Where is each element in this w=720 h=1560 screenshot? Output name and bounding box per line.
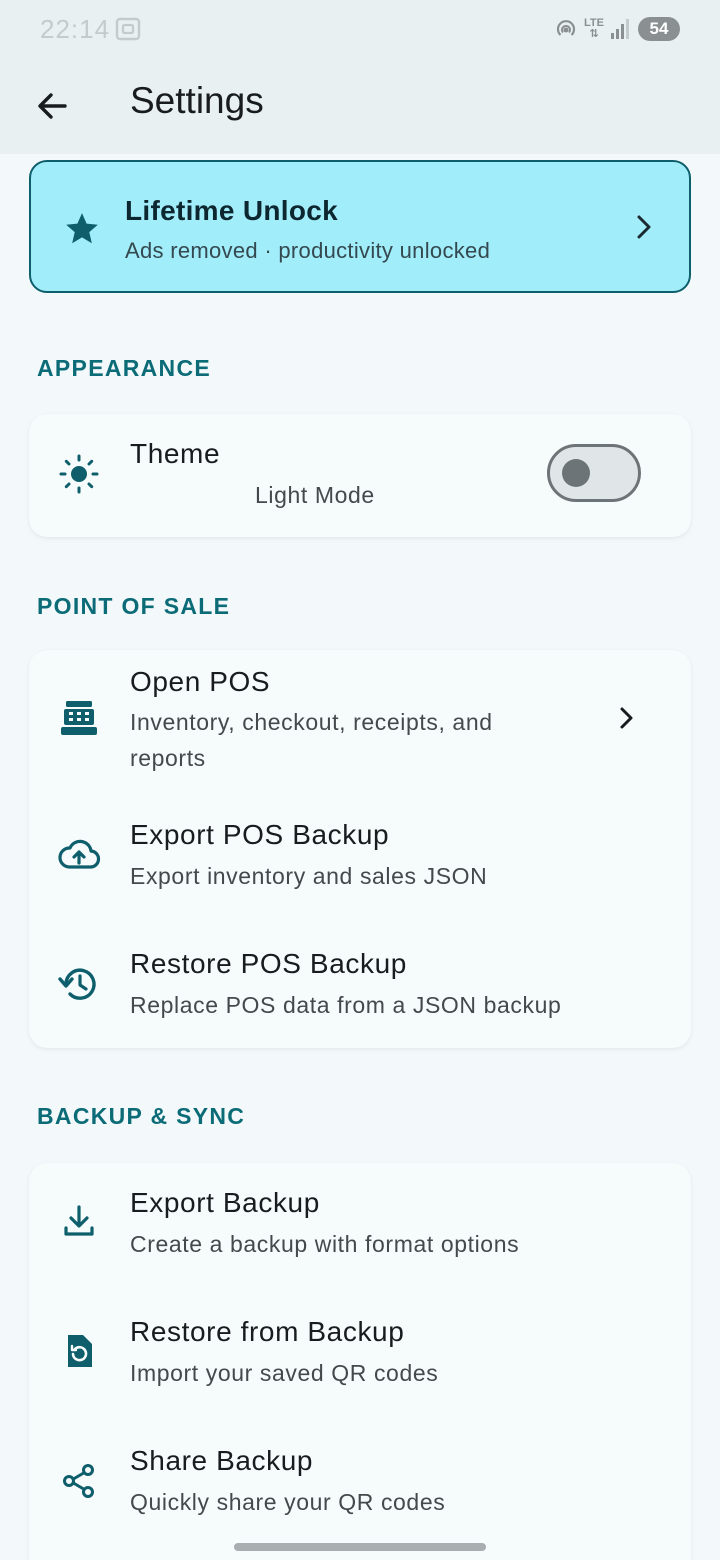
file-restore-icon (68, 1335, 92, 1367)
backup-card: Export Backup Create a backup with forma… (29, 1163, 691, 1560)
history-icon (58, 968, 96, 1000)
share-backup-icon-wrap (55, 1457, 103, 1505)
share-backup-subtitle: Quickly share your QR codes (130, 1489, 446, 1515)
restore-pos-title: Restore POS Backup (130, 948, 407, 979)
restore-pos-subtitle: Replace POS data from a JSON backup (130, 992, 562, 1018)
cash-register-icon (61, 701, 97, 735)
screen-record-icon (115, 17, 141, 41)
theme-icon-wrap (55, 450, 103, 498)
export-backup-title: Export Backup (130, 1187, 320, 1218)
section-header-pos: POINT OF SALE (37, 593, 231, 619)
export-backup-icon-wrap (55, 1197, 103, 1245)
open-pos-row[interactable]: Open POS Inventory, checkout, receipts, … (29, 650, 691, 790)
open-pos-icon-wrap (55, 694, 103, 742)
status-indicators: LTE ⇅ 54 (554, 14, 680, 44)
status-bar: 22:14 LTE ⇅ 54 (0, 0, 720, 58)
restore-backup-row[interactable]: Restore from Backup Import your saved QR… (29, 1293, 691, 1413)
battery-indicator: 54 (638, 17, 680, 41)
promo-subtitle: Ads removed · productivity unlocked (125, 238, 491, 263)
theme-value: Light Mode (255, 482, 375, 508)
appearance-card: Theme Light Mode (29, 414, 691, 537)
signal-icon (611, 19, 629, 39)
chevron-right-icon (620, 707, 633, 729)
pos-card: Open POS Inventory, checkout, receipts, … (29, 650, 691, 1048)
download-icon (64, 1205, 94, 1236)
navigation-handle[interactable] (234, 1543, 486, 1551)
restore-backup-title: Restore from Backup (130, 1316, 405, 1347)
restore-pos-row[interactable]: Restore POS Backup Replace POS data from… (29, 934, 691, 1048)
export-pos-subtitle: Export inventory and sales JSON (130, 863, 488, 889)
share-icon (63, 1464, 94, 1498)
restore-pos-icon-wrap (55, 960, 103, 1008)
sun-icon (59, 454, 99, 494)
share-backup-title: Share Backup (130, 1445, 314, 1476)
lte-indicator: LTE ⇅ (584, 17, 604, 40)
theme-title: Theme (130, 438, 221, 469)
theme-row[interactable]: Theme Light Mode (29, 414, 691, 537)
theme-toggle[interactable] (547, 444, 641, 502)
export-backup-row[interactable]: Export Backup Create a backup with forma… (29, 1163, 691, 1283)
export-backup-subtitle: Create a backup with format options (130, 1231, 520, 1257)
arrow-left-icon (38, 93, 67, 119)
app-bar: Settings (0, 58, 720, 154)
back-button[interactable] (26, 80, 78, 132)
toggle-knob (562, 459, 590, 487)
section-header-backup: BACKUP & SYNC (37, 1103, 246, 1129)
restore-backup-subtitle: Import your saved QR codes (130, 1360, 439, 1386)
cloud-upload-icon (58, 839, 101, 869)
export-pos-icon-wrap (55, 831, 103, 879)
hotspot-icon (556, 20, 576, 36)
status-time: 22:14 (40, 14, 111, 44)
open-pos-subtitle: Inventory, checkout, receipts, and repor… (130, 709, 493, 771)
section-header-appearance: APPEARANCE (37, 355, 212, 381)
restore-backup-icon-wrap (55, 1327, 103, 1375)
page-title: Settings (130, 80, 264, 121)
export-pos-title: Export POS Backup (130, 819, 390, 850)
star-icon (66, 213, 98, 244)
open-pos-title: Open POS (130, 666, 271, 697)
export-pos-row[interactable]: Export POS Backup Export inventory and s… (29, 805, 691, 920)
lifetime-unlock-card[interactable]: Lifetime Unlock Ads removed · productivi… (29, 160, 691, 293)
promo-title: Lifetime Unlock (125, 195, 338, 226)
share-backup-row[interactable]: Share Backup Quickly share your QR codes (29, 1423, 691, 1543)
chevron-right-icon (637, 215, 651, 239)
